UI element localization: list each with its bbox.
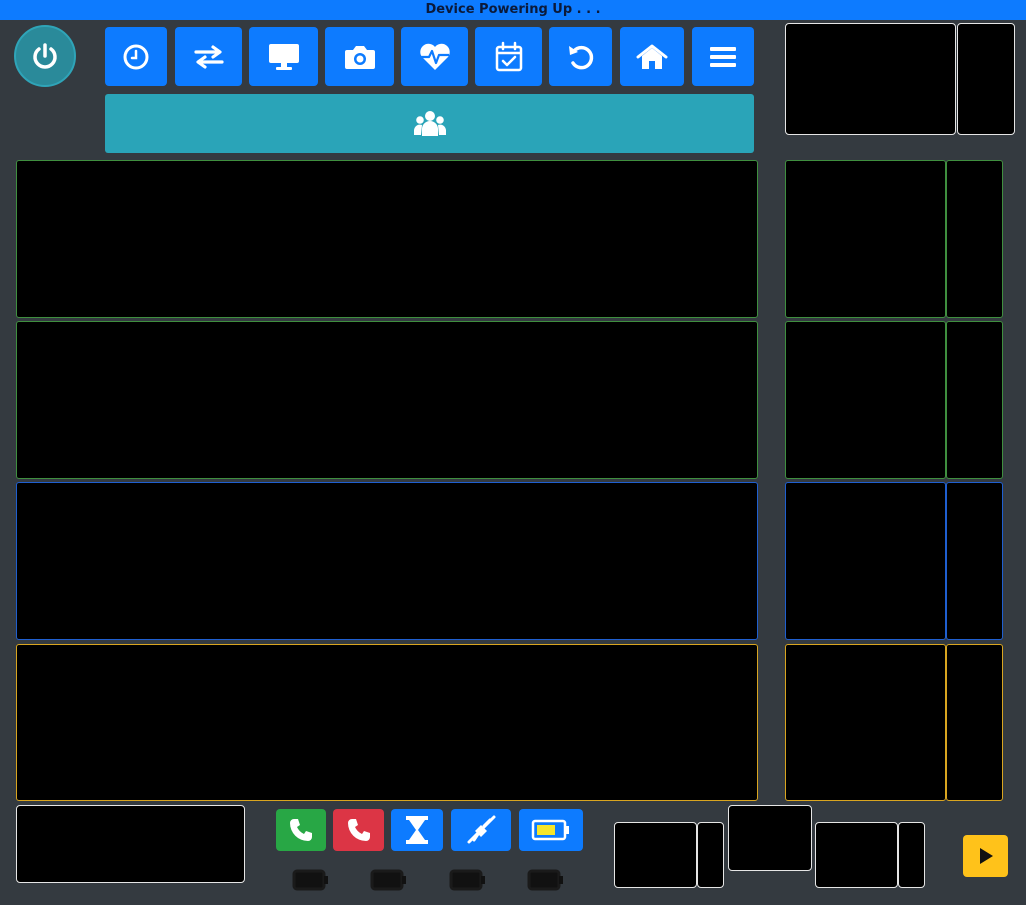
power-icon — [30, 41, 60, 71]
mini-display-1 — [614, 822, 697, 888]
waveform-panel-3 — [16, 482, 758, 640]
battery-icon — [531, 818, 571, 842]
history-button[interactable] — [105, 27, 167, 86]
status-bar: Device Powering Up . . . — [0, 0, 1026, 20]
group-button[interactable] — [105, 94, 754, 153]
status-text: Device Powering Up . . . — [425, 2, 601, 17]
desktop-icon — [267, 42, 301, 72]
hourglass-icon — [405, 815, 429, 845]
vitals-button[interactable] — [401, 27, 468, 86]
swap-arrows-icon — [193, 44, 225, 70]
status-display-side — [957, 23, 1015, 135]
call-answer-button[interactable] — [276, 809, 326, 851]
transfer-button[interactable] — [175, 27, 242, 86]
hamburger-menu-icon — [709, 45, 737, 69]
battery-indicator-1 — [292, 869, 330, 891]
mini-display-1-side — [697, 822, 724, 888]
numeric-panel-1 — [785, 160, 946, 318]
numeric-side-3 — [946, 482, 1003, 640]
battery-indicator-4 — [527, 869, 565, 891]
mini-display-3-side — [898, 822, 925, 888]
play-icon — [978, 847, 994, 865]
camera-icon — [343, 43, 377, 71]
battery-button[interactable] — [519, 809, 583, 851]
numeric-side-1 — [946, 160, 1003, 318]
reset-button[interactable] — [549, 27, 612, 86]
battery-icon — [370, 869, 408, 891]
mute-button[interactable] — [451, 809, 511, 851]
numeric-side-2 — [946, 321, 1003, 479]
numeric-panel-3 — [785, 482, 946, 640]
battery-icon — [449, 869, 487, 891]
battery-indicator-3 — [449, 869, 487, 891]
undo-icon — [566, 42, 596, 72]
mini-display-3 — [815, 822, 898, 888]
timer-button[interactable] — [391, 809, 443, 851]
phone-icon — [346, 817, 372, 843]
battery-icon — [292, 869, 330, 891]
battery-icon — [527, 869, 565, 891]
waveform-panel-4 — [16, 644, 758, 801]
calendar-button[interactable] — [475, 27, 542, 86]
numeric-panel-2 — [785, 321, 946, 479]
play-button[interactable] — [963, 835, 1008, 877]
calendar-check-icon — [494, 41, 524, 73]
users-icon — [413, 108, 447, 140]
battery-indicator-2 — [370, 869, 408, 891]
mini-display-2 — [728, 805, 812, 871]
waveform-panel-1 — [16, 160, 758, 318]
home-button[interactable] — [620, 27, 684, 86]
monitor-button[interactable] — [249, 27, 318, 86]
home-icon — [636, 43, 668, 71]
no-plug-icon — [464, 814, 498, 846]
camera-button[interactable] — [325, 27, 394, 86]
message-display — [16, 805, 245, 883]
phone-icon — [288, 817, 314, 843]
status-display-main — [785, 23, 956, 135]
call-hangup-button[interactable] — [333, 809, 384, 851]
clock-icon — [122, 43, 150, 71]
numeric-panel-4 — [785, 644, 946, 801]
heartbeat-icon — [418, 42, 452, 72]
menu-button[interactable] — [692, 27, 754, 86]
power-button[interactable] — [14, 25, 76, 87]
waveform-panel-2 — [16, 321, 758, 479]
numeric-side-4 — [946, 644, 1003, 801]
